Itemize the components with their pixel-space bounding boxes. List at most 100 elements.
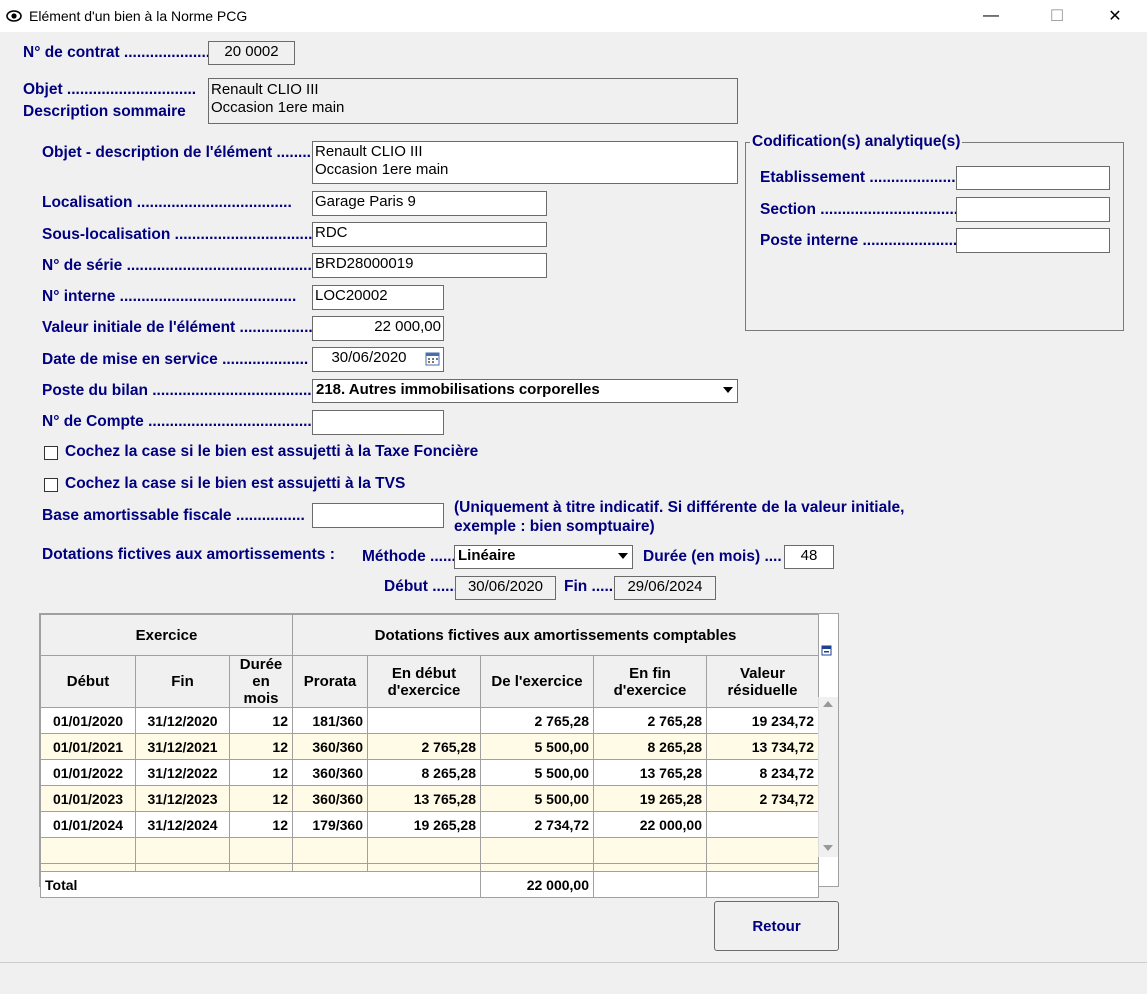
table-cell: 5 500,00 bbox=[480, 785, 594, 812]
header-dotations: Dotations fictives aux amortissements co… bbox=[292, 614, 819, 656]
table-cell bbox=[229, 863, 293, 872]
interne-field[interactable]: LOC20002 bbox=[312, 285, 444, 310]
compte-label: N° de Compte ...........................… bbox=[42, 413, 338, 430]
header-col-fin[interactable]: Fin bbox=[135, 655, 230, 708]
amortissement-table: Exercice Dotations fictives aux amortiss… bbox=[39, 613, 839, 898]
table-cell bbox=[367, 837, 481, 864]
duree-label: Durée (en mois) .... bbox=[643, 548, 782, 565]
table-cell: 31/12/2024 bbox=[135, 811, 230, 838]
table-cell: 2 734,72 bbox=[706, 785, 819, 812]
chevron-down-icon bbox=[723, 387, 733, 393]
table-cell bbox=[706, 811, 819, 838]
table-cell: 181/360 bbox=[292, 707, 368, 734]
table-row[interactable]: 01/01/2020 31/12/2020 12 181/360 2 765,28 2 7… bbox=[40, 707, 819, 734]
table-row-empty[interactable] bbox=[40, 863, 819, 872]
maximize-button[interactable]: ☐ bbox=[1034, 0, 1080, 32]
table-cell: 22 000,00 bbox=[593, 811, 707, 838]
table-cell: 2 765,28 bbox=[480, 707, 594, 734]
retour-button[interactable]: Retour bbox=[714, 901, 839, 951]
table-row[interactable]: 01/01/2022 31/12/2022 12 360/360 8 265,28 5 5… bbox=[40, 759, 819, 786]
table-cell: 2 765,28 bbox=[367, 733, 481, 760]
base-note-line2: exemple : bien somptuaire) bbox=[454, 518, 655, 535]
app-icon bbox=[6, 10, 22, 22]
title-bar: Elément d'un bien à la Norme PCG — ☐ ✕ bbox=[0, 0, 1147, 32]
valeur-initiale-field[interactable]: 22 000,00 bbox=[312, 316, 444, 341]
table-cell: 01/01/2021 bbox=[40, 733, 136, 760]
date-service-label: Date de mise en service ................… bbox=[42, 351, 309, 368]
taxe-fonciere-checkbox[interactable] bbox=[44, 446, 58, 460]
sous-localisation-field[interactable]: RDC bbox=[312, 222, 547, 247]
element-desc-label: Objet - description de l'élément .......… bbox=[42, 144, 311, 161]
window-title: Elément d'un bien à la Norme PCG bbox=[29, 8, 248, 24]
header-col-fin-exercice[interactable]: En fin d'exercice bbox=[593, 655, 707, 708]
table-row[interactable]: 01/01/2023 31/12/2023 12 360/360 13 765,28 5 … bbox=[40, 785, 819, 812]
scroll-up-icon[interactable] bbox=[823, 701, 833, 707]
poste-bilan-value: 218. Autres immobilisations corporelles bbox=[316, 381, 600, 398]
table-row-empty[interactable] bbox=[40, 837, 819, 864]
table-row[interactable]: 01/01/2021 31/12/2021 12 360/360 2 765,28 5 5… bbox=[40, 733, 819, 760]
poste-bilan-select[interactable]: 218. Autres immobilisations corporelles bbox=[312, 379, 738, 403]
tvs-label: Cochez la case si le bien est assujetti … bbox=[65, 475, 406, 492]
table-row[interactable]: 01/01/2024 31/12/2024 12 179/360 19 265,28 2 … bbox=[40, 811, 819, 838]
dotations-label: Dotations fictives aux amortissements : bbox=[42, 546, 335, 563]
table-cell bbox=[367, 707, 481, 734]
methode-select[interactable]: Linéaire bbox=[454, 545, 633, 569]
scroll-down-icon[interactable] bbox=[823, 845, 833, 851]
table-options-icon[interactable] bbox=[821, 645, 833, 657]
table-cell bbox=[706, 863, 819, 872]
objet-field: Renault CLIO III Occasion 1ere main bbox=[208, 78, 738, 124]
header-col-de-exercice[interactable]: De l'exercice bbox=[480, 655, 594, 708]
table-cell bbox=[593, 871, 707, 898]
base-note-line1: (Uniquement à titre indicatif. Si différ… bbox=[454, 499, 905, 516]
status-bar bbox=[0, 962, 1147, 994]
header-col-duree[interactable]: Durée en mois bbox=[229, 655, 293, 708]
table-cell: 8 265,28 bbox=[593, 733, 707, 760]
sous-localisation-label: Sous-localisation ......................… bbox=[42, 226, 322, 243]
tvs-checkbox[interactable] bbox=[44, 478, 58, 492]
minimize-button[interactable]: — bbox=[968, 0, 1014, 32]
table-cell: 360/360 bbox=[292, 733, 368, 760]
methode-label: Méthode ...... bbox=[362, 548, 456, 565]
table-cell: 31/12/2020 bbox=[135, 707, 230, 734]
table-cell bbox=[367, 863, 481, 872]
serie-label: N° de série ............................… bbox=[42, 257, 325, 274]
table-cell bbox=[593, 863, 707, 872]
etablissement-field[interactable] bbox=[956, 166, 1110, 190]
compte-field[interactable] bbox=[312, 410, 444, 435]
poste-interne-field[interactable] bbox=[956, 228, 1110, 253]
table-cell: 31/12/2023 bbox=[135, 785, 230, 812]
table-cell: 01/01/2023 bbox=[40, 785, 136, 812]
close-button[interactable]: ✕ bbox=[1092, 0, 1138, 32]
etablissement-label: Etablissement ...................... bbox=[760, 169, 965, 186]
localisation-field[interactable]: Garage Paris 9 bbox=[312, 191, 547, 216]
header-col-debut-exercice[interactable]: En début d'exercice bbox=[367, 655, 481, 708]
base-note: (Uniquement à titre indicatif. Si différ… bbox=[454, 498, 904, 536]
debut-field: 30/06/2020 bbox=[455, 576, 556, 600]
table-cell bbox=[706, 837, 819, 864]
serie-field[interactable]: BRD28000019 bbox=[312, 253, 547, 278]
header-col-debut[interactable]: Début bbox=[40, 655, 136, 708]
table-cell: 179/360 bbox=[292, 811, 368, 838]
calendar-icon[interactable] bbox=[425, 351, 440, 366]
table-cell: 8 234,72 bbox=[706, 759, 819, 786]
header-col-valeur-residuelle[interactable]: Valeur résiduelle bbox=[706, 655, 819, 708]
table-cell: 5 500,00 bbox=[480, 759, 594, 786]
table-scrollbar[interactable] bbox=[818, 697, 838, 857]
header-col-prorata[interactable]: Prorata bbox=[292, 655, 368, 708]
taxe-fonciere-label: Cochez la case si le bien est assujetti … bbox=[65, 443, 479, 460]
methode-value: Linéaire bbox=[458, 547, 516, 564]
table-cell bbox=[480, 863, 594, 872]
table-cell: 360/360 bbox=[292, 759, 368, 786]
table-cell: 31/12/2022 bbox=[135, 759, 230, 786]
base-amortissable-field[interactable] bbox=[312, 503, 444, 528]
header-exercice: Exercice bbox=[40, 614, 293, 656]
section-field[interactable] bbox=[956, 197, 1110, 222]
fin-field: 29/06/2024 bbox=[614, 576, 716, 600]
table-cell: 360/360 bbox=[292, 785, 368, 812]
table-cell: 12 bbox=[229, 733, 293, 760]
valeur-initiale-label: Valeur initiale de l'élément ...........… bbox=[42, 319, 313, 336]
table-cell bbox=[292, 863, 368, 872]
table-cell: 5 500,00 bbox=[480, 733, 594, 760]
element-desc-field[interactable]: Renault CLIO III Occasion 1ere main bbox=[312, 141, 738, 184]
duree-field[interactable]: 48 bbox=[784, 545, 834, 569]
